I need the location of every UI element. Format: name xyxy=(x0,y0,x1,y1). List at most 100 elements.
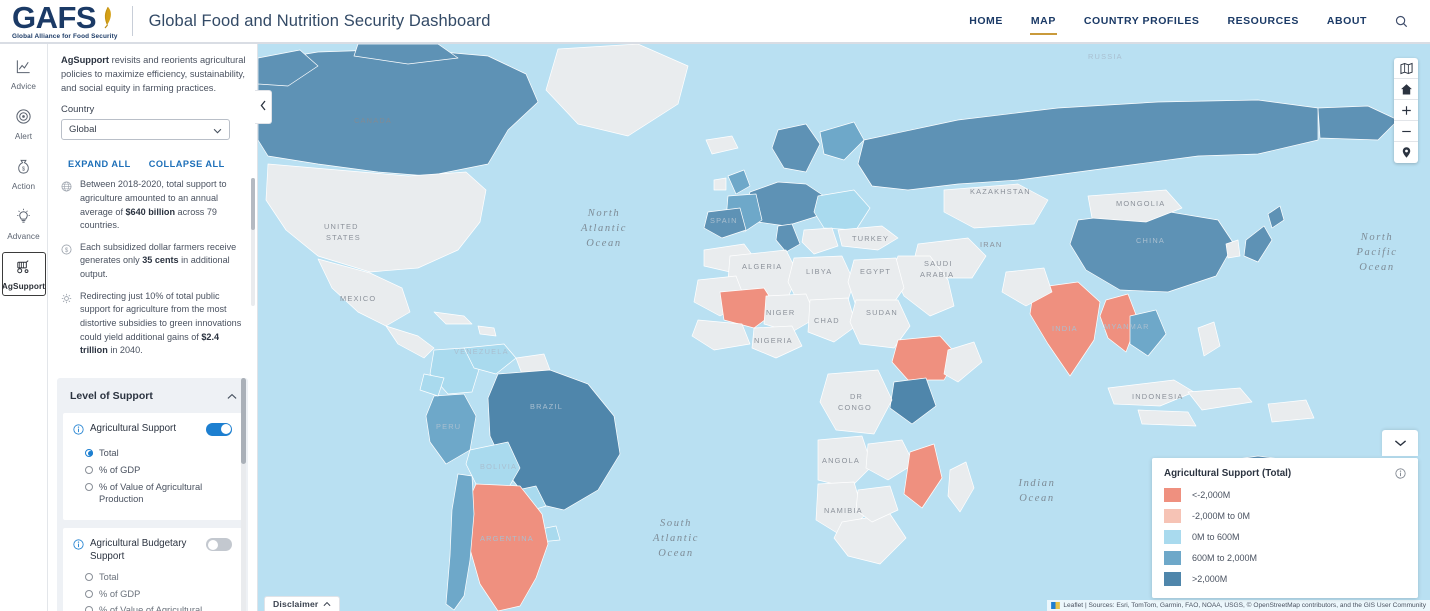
toggle-row: Agricultural Budgetary Support xyxy=(73,537,232,563)
radio-option-0-label: Total xyxy=(99,571,119,582)
plus-icon xyxy=(1400,104,1413,117)
radio-indicator xyxy=(85,572,93,581)
main-nav: HOME MAP COUNTRY PROFILES RESOURCES ABOU… xyxy=(955,9,1430,35)
nav-item-map[interactable]: MAP xyxy=(1017,9,1070,35)
sidebar-item-action-label: Action xyxy=(11,182,36,191)
map-attribution: Leaflet | Sources: Esri, TomTom, Garmin,… xyxy=(1047,600,1430,611)
radio-option-pct-gdp-budgetary[interactable]: % of GDP xyxy=(85,588,232,601)
chevron-up-icon xyxy=(323,601,331,607)
sidebar-item-alert-label: Alert xyxy=(14,132,33,141)
lightbulb-icon xyxy=(15,208,32,230)
legend-entries: <-2,000M -2,000M to 0M 0M to 600M 600M t… xyxy=(1164,488,1406,586)
location-pin-icon xyxy=(1400,146,1413,159)
nav-item-about[interactable]: ABOUT xyxy=(1313,9,1381,33)
money-bag-icon: $ xyxy=(15,158,32,180)
expand-all-button[interactable]: EXPAND ALL xyxy=(68,159,131,169)
home-button[interactable] xyxy=(1394,79,1418,100)
sidebar-item-advance[interactable]: Advance xyxy=(2,202,46,246)
legend-entry: 0M to 600M xyxy=(1164,530,1406,544)
list-item: $ Each subsidized dollar farmers receive… xyxy=(61,241,243,282)
tractor-icon xyxy=(15,258,32,280)
list-item: Redirecting just 10% of total public sup… xyxy=(61,290,243,358)
legend-collapse-button[interactable] xyxy=(1382,430,1418,456)
map-legend: Agricultural Support (Total) <-2,000M -2… xyxy=(1152,458,1418,598)
radio-option-total[interactable]: Total xyxy=(85,447,232,460)
level-of-support-header[interactable]: Level of Support xyxy=(57,378,248,413)
nav-item-country-profiles[interactable]: COUNTRY PROFILES xyxy=(1070,9,1214,33)
sidebar-item-action[interactable]: $ Action xyxy=(2,152,46,196)
legend-swatch xyxy=(1164,488,1181,502)
info-icon[interactable] xyxy=(1395,468,1406,479)
legend-entry-4-label: >2,000M xyxy=(1192,574,1228,584)
fact-text-2: Redirecting just 10% of total public sup… xyxy=(80,290,242,356)
legend-swatch xyxy=(1164,530,1181,544)
logo[interactable]: GAFS Global Alliance for Food Security xyxy=(0,2,149,40)
left-icon-rail: Advice Alert $ Action Advance AgSupport xyxy=(0,44,48,611)
legend-title: Agricultural Support (Total) xyxy=(1164,468,1292,479)
minus-icon xyxy=(1400,125,1413,138)
nav-item-resources[interactable]: RESOURCES xyxy=(1213,9,1312,33)
zoom-out-button[interactable] xyxy=(1394,121,1418,142)
basemap-icon xyxy=(1399,62,1413,75)
fact-text-0: Between 2018-2020, total support to agri… xyxy=(80,179,227,231)
world-map[interactable]: North Atlantic Ocean North Pacific Ocean Sou… xyxy=(258,44,1430,611)
sidebar-item-agsupport[interactable]: AgSupport xyxy=(1,252,46,296)
agricultural-support-toggle[interactable] xyxy=(206,422,232,436)
radio-option-1-label: % of GDP xyxy=(99,464,141,475)
wheat-leaf-icon xyxy=(97,5,114,33)
nav-item-home[interactable]: HOME xyxy=(955,9,1017,33)
support-group-0-label: Agricultural Support xyxy=(90,422,177,434)
basemap-button[interactable] xyxy=(1394,58,1418,79)
legend-entry: -2,000M to 0M xyxy=(1164,509,1406,523)
map-controls xyxy=(1394,58,1418,163)
card-spacer xyxy=(57,520,248,528)
legend-swatch xyxy=(1164,551,1181,565)
leaflet-icon xyxy=(1051,602,1061,609)
search-icon[interactable] xyxy=(1381,9,1418,34)
sidebar-item-alert[interactable]: Alert xyxy=(2,102,46,146)
chevron-up-icon[interactable] xyxy=(227,387,237,405)
collapse-all-button[interactable]: COLLAPSE ALL xyxy=(149,159,225,169)
radio-option-1-label: % of GDP xyxy=(99,588,141,599)
svg-text:$: $ xyxy=(22,166,26,172)
radio-option-2-label: % of Value of Agricultural Production xyxy=(99,605,203,611)
globe-icon xyxy=(61,178,73,197)
radio-indicator xyxy=(85,606,93,611)
panel-collapse-button[interactable] xyxy=(255,90,272,124)
radio-group-1: Total % of GDP % of Value of Agricultura… xyxy=(73,564,232,611)
radio-indicator xyxy=(85,465,93,474)
gear-icon xyxy=(61,290,73,309)
legend-entry-0-label: <-2,000M xyxy=(1192,490,1231,500)
disclaimer-button[interactable]: Disclaimer xyxy=(264,596,341,611)
legend-entry: >2,000M xyxy=(1164,572,1406,586)
country-select-value: Global xyxy=(69,124,97,136)
radio-option-pct-value-ag-production[interactable]: % of Value of Agricultural Production xyxy=(85,481,232,507)
support-group-1-label: Agricultural Budgetary Support xyxy=(90,538,187,563)
radio-group-0: Total % of GDP % of Value of Agricultura… xyxy=(73,440,232,506)
panel-intro-bold: AgSupport xyxy=(61,55,110,65)
agricultural-budgetary-support-toggle[interactable] xyxy=(206,538,232,552)
country-field: Country Global xyxy=(48,104,257,150)
disclaimer-label: Disclaimer xyxy=(273,599,319,609)
country-label: Country xyxy=(61,104,95,116)
chevron-down-icon xyxy=(1394,439,1407,447)
info-icon[interactable] xyxy=(73,537,84,555)
facts-list: Between 2018-2020, total support to agri… xyxy=(48,176,257,374)
logo-text: GAFS xyxy=(12,0,97,35)
info-icon[interactable] xyxy=(73,422,84,440)
radio-option-pct-value-ag-production-budgetary[interactable]: % of Value of Agricultural Production xyxy=(85,604,232,611)
radio-option-pct-gdp[interactable]: % of GDP xyxy=(85,464,232,477)
facts-scrollbar[interactable] xyxy=(251,178,255,307)
locate-button[interactable] xyxy=(1394,142,1418,163)
zoom-in-button[interactable] xyxy=(1394,100,1418,121)
page-title: Global Food and Nutrition Security Dashb… xyxy=(148,11,491,30)
legend-swatch xyxy=(1164,509,1181,523)
panel-scrollbar[interactable] xyxy=(241,377,246,611)
header-divider xyxy=(131,6,133,36)
attribution-text[interactable]: Leaflet | Sources: Esri, TomTom, Garmin,… xyxy=(1063,602,1426,609)
radio-option-total-budgetary[interactable]: Total xyxy=(85,571,232,584)
legend-entry-1-label: -2,000M to 0M xyxy=(1192,511,1251,521)
country-select[interactable]: Global xyxy=(61,119,230,141)
dashboard-page: GAFS Global Alliance for Food Security G… xyxy=(0,0,1430,611)
sidebar-item-advice[interactable]: Advice xyxy=(2,52,46,96)
